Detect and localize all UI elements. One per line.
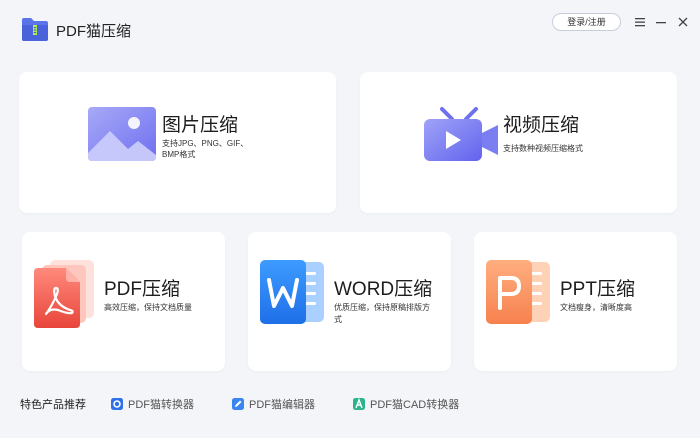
close-icon[interactable]: [676, 14, 690, 30]
pdf-converter-link[interactable]: PDF猫转换器: [111, 396, 194, 412]
word-file-icon: [260, 260, 324, 324]
app-title: PDF猫压缩: [56, 23, 132, 40]
ppt-compress-desc: 文档瘦身，清晰度高: [560, 303, 632, 312]
login-register-button[interactable]: 登录/注册: [552, 13, 621, 31]
featured-products-label: 特色产品推荐: [20, 399, 86, 411]
word-compress-desc-2: 式: [334, 315, 342, 324]
app-logo-icon: [22, 18, 48, 41]
ppt-compress-card[interactable]: PPT压缩 文档瘦身，清晰度高: [474, 232, 677, 371]
image-compress-title: 图片压缩: [162, 115, 239, 136]
word-compress-title: WORD压缩: [334, 279, 433, 300]
title-bar: PDF猫压缩 登录/注册: [0, 0, 700, 58]
minimize-icon[interactable]: [654, 14, 668, 30]
pdf-compress-card[interactable]: PDF压缩 高效压缩，保持文档质量: [22, 232, 225, 371]
pdf-editor-link[interactable]: PDF猫编辑器: [232, 396, 315, 412]
pdf-compress-desc: 高效压缩，保持文档质量: [104, 303, 192, 312]
pdf-compress-title: PDF压缩: [104, 279, 181, 300]
cad-converter-icon: [353, 398, 365, 410]
image-compress-card[interactable]: 图片压缩 支持JPG、PNG、GIF、 BMP格式: [19, 72, 336, 213]
ppt-compress-title: PPT压缩: [560, 279, 635, 300]
image-compress-desc-2: BMP格式: [162, 150, 196, 159]
word-compress-card[interactable]: WORD压缩 优质压缩，保持原稿排版方 式: [248, 232, 451, 371]
video-compress-desc: 支持数种视频压缩格式: [503, 144, 583, 153]
pdf-editor-icon: [232, 398, 244, 410]
video-compress-card[interactable]: 视频压缩 支持数种视频压缩格式: [360, 72, 677, 213]
pdf-file-icon: [34, 260, 94, 328]
video-icon: [424, 107, 498, 161]
ppt-file-icon: [486, 260, 550, 324]
pdf-editor-label: PDF猫编辑器: [249, 399, 315, 411]
image-icon: [88, 107, 156, 161]
pdf-converter-icon: [111, 398, 123, 410]
pdf-converter-label: PDF猫转换器: [128, 399, 194, 411]
cad-converter-label: PDF猫CAD转换器: [370, 399, 460, 411]
menu-icon[interactable]: [633, 14, 647, 30]
word-compress-desc-1: 优质压缩，保持原稿排版方: [334, 303, 430, 312]
video-compress-title: 视频压缩: [503, 115, 580, 136]
cad-converter-link[interactable]: PDF猫CAD转换器: [353, 396, 459, 412]
